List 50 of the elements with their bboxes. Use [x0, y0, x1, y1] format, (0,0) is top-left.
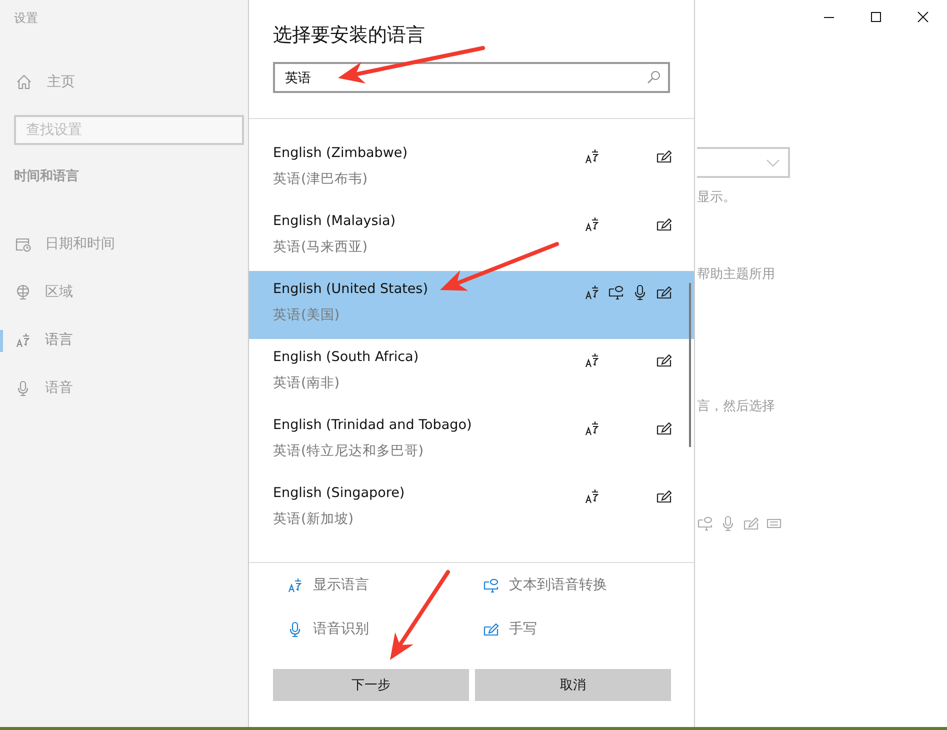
language-name: English (Zimbabwe) [273, 145, 408, 161]
language-native-name: 英语(南非) [273, 374, 341, 392]
close-icon[interactable] [917, 11, 929, 23]
legend-label: 语音识别 [313, 620, 369, 638]
microphone-icon [15, 380, 31, 396]
monitor-speech-icon [483, 577, 499, 593]
language-native-name: 英语(津巴布韦) [273, 170, 369, 188]
language-row[interactable]: English (United States) 英语(美国) [249, 271, 694, 339]
section-heading: 时间和语言 [14, 168, 80, 185]
calendar-icon [15, 236, 31, 252]
language-row[interactable]: English (South Africa) 英语(南非) [249, 339, 694, 407]
app-title: 设置 [14, 10, 39, 27]
microphone-icon [720, 515, 736, 531]
monitor-speech-icon [697, 515, 713, 531]
search-icon [647, 70, 661, 84]
language-native-name: 英语(特立尼达和多巴哥) [273, 442, 425, 460]
search-field[interactable]: 查找设置 [14, 115, 244, 145]
language-name: English (Malaysia) [273, 213, 396, 229]
language-name: English (United States) [273, 281, 428, 297]
description-text: 帮助主题所用 [697, 266, 776, 283]
next-button[interactable]: 下一步 [273, 669, 469, 701]
microphone-icon [287, 621, 303, 637]
search-field[interactable]: 英语 [273, 62, 670, 93]
language-name: English (Trinidad and Tobago) [273, 417, 472, 433]
language-row[interactable]: English (Trinidad and Tobago) 英语(特立尼达和多巴哥) [249, 407, 694, 475]
language-native-name: 英语(美国) [273, 306, 341, 324]
home-icon [16, 74, 32, 90]
language-icon [287, 577, 303, 593]
language-native-name: 英语(新加坡) [273, 510, 355, 528]
description-text: 言，然后选择 [697, 398, 776, 415]
legend-label: 文本到语音转换 [509, 576, 607, 594]
scrollbar[interactable] [689, 283, 691, 447]
language-row[interactable]: English (Zimbabwe) 英语(津巴布韦) [249, 135, 694, 203]
description-text: 显示。 [697, 189, 737, 206]
language-icon [15, 332, 31, 348]
language-row[interactable]: English (Singapore) 英语(新加坡) [249, 475, 694, 543]
legend-label: 手写 [509, 620, 537, 638]
language-name: English (South Africa) [273, 349, 419, 365]
language-native-name: 英语(马来西亚) [273, 238, 369, 256]
dialog-title: 选择要安装的语言 [273, 23, 426, 48]
selection-indicator [0, 330, 3, 352]
language-row[interactable]: English (Malaysia) 英语(马来西亚) [249, 203, 694, 271]
globe-icon [15, 284, 31, 300]
cancel-button[interactable]: 取消 [475, 669, 671, 701]
pen-icon [483, 621, 499, 637]
language-name: English (Singapore) [273, 485, 405, 501]
pen-icon [743, 515, 759, 531]
legend-label: 显示语言 [313, 576, 369, 594]
chevron-down-icon [766, 158, 780, 166]
maximize-icon[interactable] [870, 11, 882, 23]
